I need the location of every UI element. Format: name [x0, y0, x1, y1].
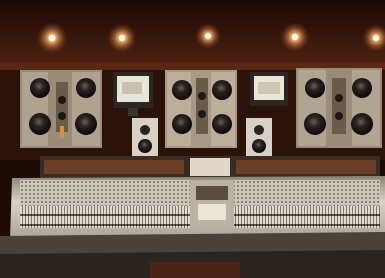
mixing-console [10, 176, 385, 240]
left-speaker-wall [20, 70, 102, 148]
studio-photo [0, 0, 385, 278]
right-screen [250, 72, 288, 106]
center-speaker-wall [165, 70, 237, 148]
right-speaker-wall [296, 68, 382, 148]
meter-bridge [40, 156, 380, 178]
